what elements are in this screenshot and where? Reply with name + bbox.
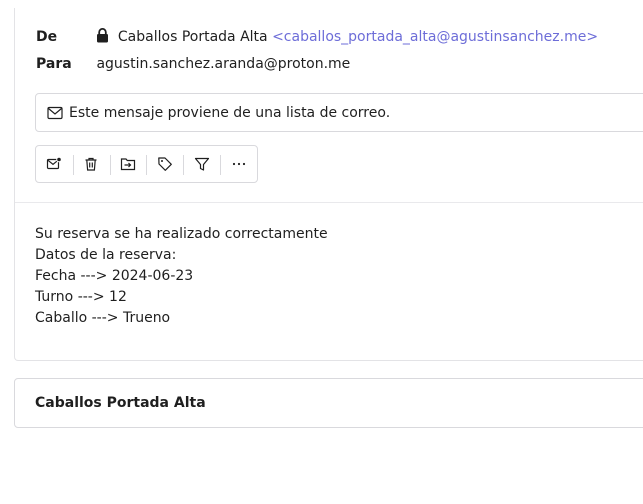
- mailing-list-notice: Este mensaje proviene de una lista de co…: [35, 93, 643, 132]
- lock-icon: [97, 28, 109, 43]
- filter-icon: [194, 157, 209, 171]
- mark-unread-icon: [47, 156, 63, 170]
- notice-text: Este mensaje proviene de una lista de co…: [69, 104, 391, 121]
- more-options-button[interactable]: [220, 146, 257, 182]
- recipient-email[interactable]: agustin.sanchez.aranda@proton.me: [96, 56, 350, 72]
- body-line: Turno ---> 12: [35, 289, 127, 305]
- move-to-folder-button[interactable]: [109, 146, 147, 182]
- message-toolbar: [35, 145, 258, 183]
- envelope-icon: [47, 106, 63, 119]
- more-icon: [232, 162, 245, 166]
- to-label: Para: [36, 56, 72, 72]
- body-line: Datos de la reserva:: [35, 247, 177, 263]
- to-row: Para agustin.sanchez.aranda@proton.me: [36, 55, 350, 73]
- move-to-folder-icon: [120, 158, 136, 171]
- header-divider: [15, 202, 643, 203]
- trash-icon: [85, 157, 97, 171]
- body-line: Fecha ---> 2024-06-23: [35, 268, 194, 284]
- trash-button[interactable]: [72, 146, 110, 182]
- from-row: De Caballos Portada Alta <caballos_porta…: [36, 28, 598, 46]
- message-body: Su reserva se ha realizado correctamente…: [35, 224, 328, 329]
- body-line: Su reserva se ha realizado correctamente: [35, 226, 328, 242]
- mark-unread-button[interactable]: [36, 146, 73, 182]
- filter-button[interactable]: [183, 146, 220, 182]
- collapsed-sender-name: Caballos Portada Alta: [35, 395, 206, 411]
- sender-name[interactable]: Caballos Portada Alta: [118, 29, 268, 45]
- sender-email[interactable]: <caballos_portada_alta@agustinsanchez.me…: [272, 29, 598, 45]
- collapsed-message-card[interactable]: Caballos Portada Alta: [14, 378, 643, 428]
- body-line: Caballo ---> Trueno: [35, 310, 171, 326]
- message-card: De Caballos Portada Alta <caballos_porta…: [14, 8, 643, 361]
- from-label: De: [36, 29, 58, 45]
- label-button[interactable]: [146, 146, 183, 182]
- tag-icon: [158, 157, 172, 171]
